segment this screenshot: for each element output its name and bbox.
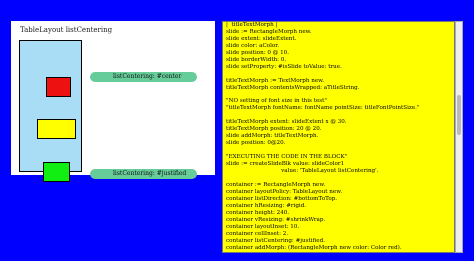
green-rectangle-morph[interactable]	[43, 162, 70, 182]
code-line: slide color: aColor.	[226, 42, 280, 49]
code-line: "EXECUTING THE CODE IN THE BLOCK"	[226, 154, 348, 161]
list-centering-center-label[interactable]: listCentering: #center	[90, 72, 197, 82]
code-line: slide borderWidth: 0.	[226, 56, 287, 63]
code-line: "NO setting of font size in this test"	[226, 98, 327, 105]
code-line: value: 'TableLayout listCentering'.	[226, 168, 379, 175]
code-line: slide position: 0 @ 10.	[226, 49, 290, 56]
code-line: titleTextMorph := TextMorph new.	[226, 77, 325, 84]
morph-title: TableLayout listCentering	[20, 26, 113, 34]
code-line: container listDirection: #bottomToTop.	[226, 195, 338, 202]
code-line: container height: 240.	[226, 209, 290, 216]
yellow-rectangle-morph[interactable]	[37, 119, 76, 139]
code-line: "titleTextMorph fontName: fontName point…	[226, 105, 420, 112]
code-line: container layoutPolicy: TableLayout new.	[226, 188, 343, 195]
code-line: slide := createSlideBlk value: slideColo…	[226, 161, 345, 168]
code-line: slide position: 0@20.	[226, 140, 286, 147]
code-line: container := RectangleMorph new.	[226, 181, 326, 188]
code-line: container hResizing: #rigid.	[226, 202, 307, 209]
code-line: container layoutInset: 10.	[226, 223, 300, 230]
code-line: | titleTextMorph |	[226, 22, 278, 28]
code-pane[interactable]: | titleTextMorph | slide := RectangleMorp…	[222, 21, 455, 253]
table-layout-container[interactable]	[19, 40, 82, 182]
code-line: slide extent: slideExtent.	[226, 35, 297, 42]
code-line: slide := RectangleMorph new.	[226, 28, 312, 35]
code-line: container listCentering: #justified.	[226, 237, 325, 244]
code-line: titleTextMorph contentsWrapped: aTitleSt…	[226, 84, 360, 91]
code-text[interactable]: | titleTextMorph | slide := RectangleMorp…	[226, 22, 448, 251]
morph-window[interactable]: TableLayout listCentering listCentering:…	[11, 21, 215, 182]
code-pane-scrollbar[interactable]	[455, 21, 463, 253]
code-line: slide setProperty: #isSlide toValue: tru…	[226, 63, 342, 70]
code-line: titleTextMorph position: 20 @ 20.	[226, 126, 322, 133]
scrollbar-thumb[interactable]	[457, 95, 461, 135]
code-line: container addMorph: (RectangleMorph new …	[226, 244, 402, 251]
red-rectangle-morph[interactable]	[46, 77, 71, 97]
code-line: container vResizing: #shrinkWrap.	[226, 216, 326, 223]
list-centering-justified-label[interactable]: listCentering: #justified	[90, 169, 197, 179]
code-line: container cellInset: 2.	[226, 230, 289, 237]
